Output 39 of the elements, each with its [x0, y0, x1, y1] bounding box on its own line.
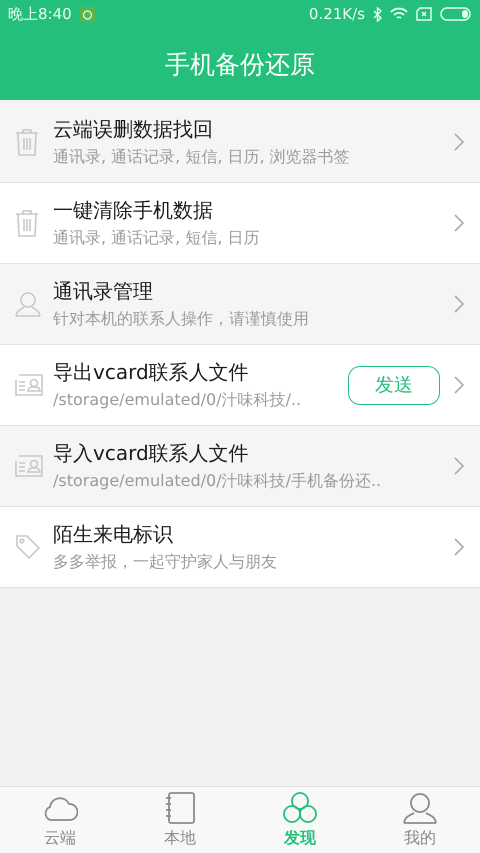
app-notification-icon [80, 6, 95, 22]
list-item[interactable]: 陌生来电标识 多多举报，一起守护家人与朋友 [0, 507, 480, 588]
list-item[interactable]: 导出vcard联系人文件 /storage/emulated/0/汁味科技/.. 发送 [0, 345, 480, 426]
item-title: 导出vcard联系人文件 [53, 359, 250, 386]
chevron-right-icon [454, 376, 464, 394]
network-speed: 0.21K/s [308, 5, 365, 23]
three-circles-icon [283, 792, 317, 824]
item-title: 导入vcard联系人文件 [53, 440, 250, 467]
no-sim-icon [416, 7, 432, 21]
chevron-right-icon [454, 295, 464, 313]
cloud-icon [42, 795, 78, 821]
item-title: 陌生来电标识 [53, 521, 174, 548]
item-subtitle: 多多举报，一起守护家人与朋友 [53, 552, 278, 573]
chevron-right-icon [454, 457, 464, 475]
battery-icon [440, 7, 472, 21]
list-item[interactable]: 一键清除手机数据 通讯录, 通话记录, 短信, 日历 [0, 183, 480, 264]
item-title: 云端误删数据找回 [53, 116, 214, 143]
item-title: 一键清除手机数据 [53, 197, 214, 224]
item-subtitle: 针对本机的联系人操作，请谨慎使用 [53, 309, 310, 330]
chevron-right-icon [454, 538, 464, 556]
status-time: 晚上8:40 [8, 4, 72, 24]
item-subtitle: 通讯录, 通话记录, 短信, 日历, 浏览器书签 [53, 147, 351, 168]
bluetooth-icon [373, 6, 382, 22]
page-title: 手机备份还原 [165, 48, 315, 80]
item-subtitle: /storage/emulated/0/汁味科技/手机备份还.. [53, 471, 382, 492]
item-subtitle: /storage/emulated/0/汁味科技/.. [53, 390, 302, 411]
person-icon [403, 792, 437, 824]
person-icon [15, 291, 41, 317]
id-card-icon [15, 374, 43, 396]
chevron-right-icon [454, 133, 464, 151]
tag-icon [15, 534, 41, 560]
trash-icon [15, 128, 39, 156]
notebook-icon [165, 792, 195, 824]
item-title: 通讯录管理 [53, 278, 154, 305]
id-card-icon [15, 455, 43, 477]
item-subtitle: 通讯录, 通话记录, 短信, 日历 [53, 228, 261, 249]
wifi-icon [390, 7, 408, 21]
trash-icon [15, 209, 39, 237]
chevron-right-icon [454, 214, 464, 232]
